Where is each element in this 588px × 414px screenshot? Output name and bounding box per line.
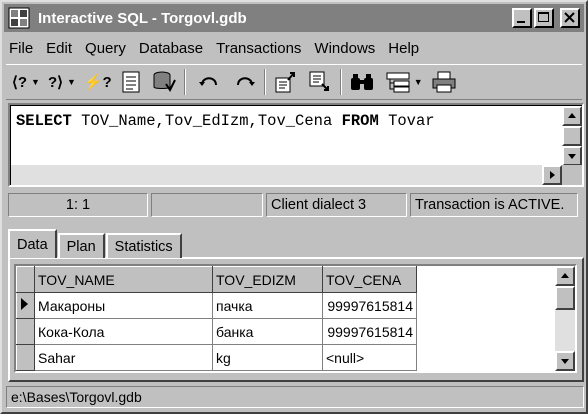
- load-script-icon[interactable]: [274, 68, 298, 96]
- grid-header-row: TOV_NAME TOV_EDIZM TOV_CENA: [16, 266, 417, 293]
- script-icon[interactable]: [122, 68, 140, 96]
- database-path: e:\Bases\Torgovl.gdb: [6, 386, 584, 408]
- status-panel-empty: [151, 193, 263, 217]
- arrow-up-icon: [561, 273, 569, 278]
- arrow-up-icon: [568, 113, 576, 118]
- menu-bar: File Edit Query Database Transactions Wi…: [4, 35, 584, 61]
- isql-window: Interactive SQL - Torgovl.gdb File Edit …: [0, 0, 588, 414]
- arrow-down-icon: [561, 359, 569, 364]
- cursor-position: 1: 1: [8, 193, 148, 217]
- sql-table: Tovar: [378, 112, 435, 130]
- next-query-dropdown-icon[interactable]: ▼: [67, 77, 76, 87]
- table-row[interactable]: Sahar kg <null>: [16, 344, 417, 371]
- editor-status-bar: 1: 1 Client dialect 3 Transaction is ACT…: [8, 193, 581, 217]
- toolbar-separator: [183, 69, 186, 95]
- editor-horizontal-scrollbar[interactable]: [11, 165, 562, 185]
- minimize-button[interactable]: [512, 8, 532, 28]
- grid-scroll-up-button[interactable]: [555, 266, 575, 286]
- cell-tov-cena[interactable]: 99997615814: [322, 292, 417, 319]
- maximize-icon: [538, 12, 549, 22]
- client-dialect: Client dialect 3: [266, 193, 407, 217]
- next-query-icon[interactable]: ?⟩: [48, 68, 63, 96]
- cell-tov-edizm[interactable]: банка: [212, 318, 323, 345]
- arrow-down-icon: [568, 154, 576, 159]
- close-icon: [564, 12, 575, 23]
- redo-icon[interactable]: [234, 68, 256, 96]
- layout-dropdown-icon[interactable]: ▼: [414, 77, 423, 87]
- execute-query-icon[interactable]: ⚡?: [84, 68, 112, 96]
- tab-statistics[interactable]: Statistics: [105, 233, 182, 258]
- menu-query[interactable]: Query: [80, 40, 131, 57]
- arrow-right-icon: [550, 171, 555, 179]
- sql-editor[interactable]: SELECT TOV_Name,Tov_EdIzm,Tov_Cena FROM …: [8, 103, 584, 187]
- row-indicator: [16, 344, 35, 371]
- tab-data[interactable]: Data: [8, 229, 57, 258]
- cell-tov-name[interactable]: Sahar: [34, 344, 213, 371]
- toolbar-separator: [339, 69, 342, 95]
- maximize-button[interactable]: [534, 8, 554, 28]
- results-tabs: Data Plan Statistics: [8, 229, 183, 258]
- column-header-tov-edizm[interactable]: TOV_EDIZM: [212, 266, 323, 293]
- previous-query-dropdown-icon[interactable]: ▼: [31, 77, 40, 87]
- cell-tov-name[interactable]: Кока-Кола: [34, 318, 213, 345]
- print-icon[interactable]: [431, 68, 457, 96]
- minimize-icon: [517, 21, 525, 23]
- toolbar-separator: [263, 69, 266, 95]
- sql-columns: TOV_Name,Tov_EdIzm,Tov_Cena: [71, 112, 342, 130]
- menu-help[interactable]: Help: [383, 40, 424, 57]
- scroll-right-button[interactable]: [542, 165, 562, 185]
- row-indicator: [16, 318, 35, 345]
- app-icon: [8, 7, 30, 29]
- menu-transactions[interactable]: Transactions: [211, 40, 306, 57]
- editor-vertical-scrollbar[interactable]: [562, 106, 582, 166]
- results-table: TOV_NAME TOV_EDIZM TOV_CENA Макароны пач…: [16, 266, 417, 371]
- window-title: Interactive SQL - Torgovl.gdb: [38, 9, 247, 27]
- previous-query-icon[interactable]: ⟨?: [12, 68, 27, 96]
- layout-icon[interactable]: [386, 68, 410, 96]
- sql-keyword-from: FROM: [341, 112, 379, 130]
- menu-windows[interactable]: Windows: [309, 40, 380, 57]
- sql-text[interactable]: SELECT TOV_Name,Tov_EdIzm,Tov_Cena FROM …: [16, 112, 435, 130]
- row-indicator-header: [16, 266, 35, 293]
- cell-tov-cena[interactable]: 99997615814: [322, 318, 417, 345]
- current-row-arrow-icon: [21, 298, 28, 310]
- tab-plan[interactable]: Plan: [57, 233, 105, 258]
- menu-file[interactable]: File: [4, 40, 38, 57]
- undo-icon[interactable]: [198, 68, 220, 96]
- table-row[interactable]: Макароны пачка 99997615814: [16, 292, 417, 319]
- grid-vertical-scrollbar[interactable]: [555, 266, 575, 371]
- transaction-status: Transaction is ACTIVE.: [410, 193, 578, 217]
- cell-tov-name[interactable]: Макароны: [34, 292, 213, 319]
- column-header-tov-name[interactable]: TOV_NAME: [34, 266, 213, 293]
- column-header-tov-cena[interactable]: TOV_CENA: [322, 266, 417, 293]
- menu-edit[interactable]: Edit: [41, 40, 77, 57]
- grid-scroll-down-button[interactable]: [555, 351, 575, 371]
- editor-vscroll-thumb[interactable]: [562, 126, 582, 146]
- menu-database[interactable]: Database: [134, 40, 208, 57]
- results-grid[interactable]: TOV_NAME TOV_EDIZM TOV_CENA Макароны пач…: [14, 264, 577, 373]
- sql-keyword-select: SELECT: [16, 112, 72, 130]
- commit-icon[interactable]: [152, 68, 176, 96]
- cell-tov-cena[interactable]: <null>: [322, 344, 417, 371]
- scroll-down-button[interactable]: [562, 146, 582, 166]
- close-button[interactable]: [560, 8, 580, 28]
- toolbar: ⟨? ▼ ?⟩ ▼ ⚡? ▼: [6, 64, 582, 100]
- title-bar[interactable]: Interactive SQL - Torgovl.gdb: [4, 4, 584, 32]
- save-script-icon[interactable]: [308, 68, 332, 96]
- table-row[interactable]: Кока-Кола банка 99997615814: [16, 318, 417, 345]
- cell-tov-edizm[interactable]: пачка: [212, 292, 323, 319]
- find-icon[interactable]: [350, 68, 374, 96]
- grid-vscroll-thumb[interactable]: [555, 286, 575, 310]
- scroll-up-button[interactable]: [562, 106, 582, 126]
- scroll-corner: [562, 165, 582, 185]
- cell-tov-edizm[interactable]: kg: [212, 344, 323, 371]
- current-row-indicator: [16, 292, 35, 319]
